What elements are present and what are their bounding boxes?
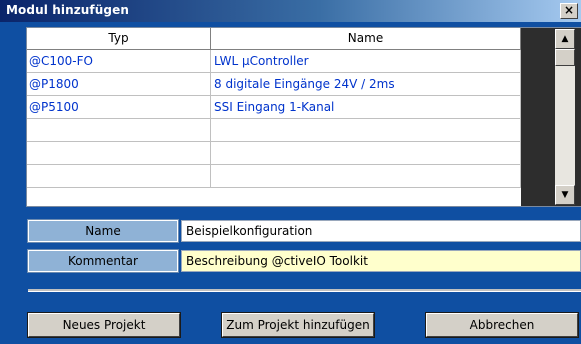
scroll-thumb[interactable] <box>555 49 575 66</box>
separator <box>28 289 581 292</box>
column-header-name[interactable]: Name <box>211 28 521 50</box>
table-row[interactable] <box>27 165 521 188</box>
table-row[interactable] <box>27 119 521 142</box>
table-row[interactable]: @P5100 SSI Eingang 1-Kanal <box>27 96 521 119</box>
cell-name[interactable]: SSI Eingang 1-Kanal <box>211 96 521 119</box>
cell-typ[interactable]: @P5100 <box>27 96 211 119</box>
cell-typ[interactable] <box>27 165 211 188</box>
add-to-project-button[interactable]: Zum Projekt hinzufügen <box>221 312 375 338</box>
title-bar[interactable]: Modul hinzufügen × <box>0 0 581 22</box>
arrow-up-icon: ▲ <box>561 34 569 44</box>
scroll-down-button[interactable]: ▼ <box>555 185 575 205</box>
window-title: Modul hinzufügen <box>6 3 129 17</box>
cell-typ[interactable]: @P1800 <box>27 73 211 96</box>
cell-name[interactable] <box>211 142 521 165</box>
table-row[interactable]: @C100-FO LWL µController <box>27 50 521 73</box>
cell-typ[interactable] <box>27 119 211 142</box>
cell-name[interactable] <box>211 165 521 188</box>
close-icon: × <box>563 3 575 17</box>
comment-field[interactable]: Beschreibung @ctiveIO Toolkit <box>181 250 581 272</box>
name-field[interactable]: Beispielkonfiguration <box>181 220 581 242</box>
dialog-body: Typ Name @C100-FO LWL µController @P1800… <box>0 22 581 344</box>
new-project-button[interactable]: Neues Projekt <box>27 312 181 338</box>
table-row[interactable] <box>27 142 521 165</box>
name-label: Name <box>27 219 179 243</box>
cancel-button[interactable]: Abbrechen <box>425 312 579 338</box>
comment-label: Kommentar <box>27 249 179 273</box>
cell-typ[interactable] <box>27 142 211 165</box>
scroll-up-button[interactable]: ▲ <box>555 29 575 49</box>
column-header-typ[interactable]: Typ <box>27 28 211 50</box>
cell-name[interactable]: LWL µController <box>211 50 521 73</box>
module-table[interactable]: Typ Name @C100-FO LWL µController @P1800… <box>26 27 581 207</box>
arrow-down-icon: ▼ <box>561 190 569 200</box>
table-row[interactable]: @P1800 8 digitale Eingänge 24V / 2ms <box>27 73 521 96</box>
cell-name[interactable] <box>211 119 521 142</box>
cell-typ[interactable]: @C100-FO <box>27 50 211 73</box>
close-button[interactable]: × <box>560 3 578 19</box>
cell-name[interactable]: 8 digitale Eingänge 24V / 2ms <box>211 73 521 96</box>
vertical-scrollbar[interactable]: ▲ ▼ <box>555 29 575 205</box>
